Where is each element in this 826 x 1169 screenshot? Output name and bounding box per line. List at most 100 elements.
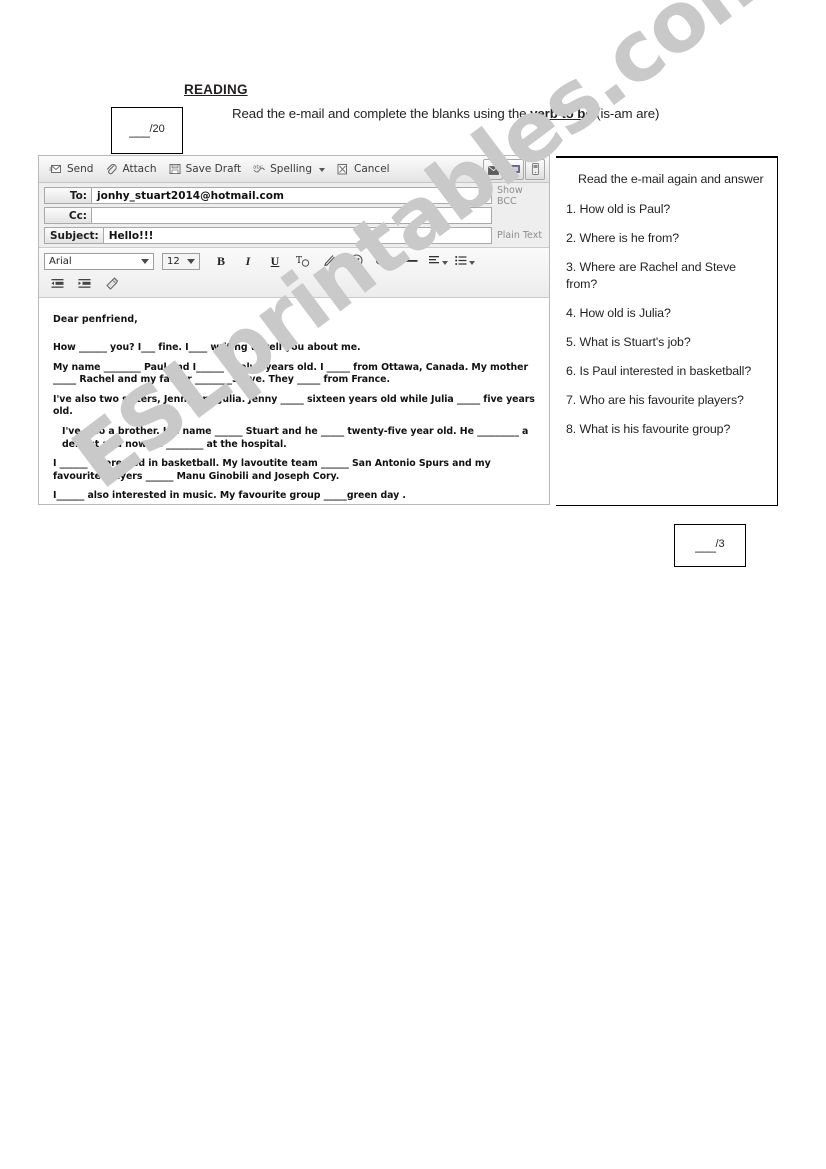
bold-label: B [216, 254, 225, 268]
score-box-reading: ___/20 [111, 107, 183, 154]
attach-button[interactable]: Attach [100, 159, 163, 179]
email-paragraph: My name ________ Paul and I______ twelve… [53, 361, 529, 386]
chevron-down-icon[interactable] [468, 261, 475, 265]
plain-text-link[interactable]: Plain Text [492, 227, 544, 244]
score-blank: ___ [129, 123, 150, 138]
mobile-phone-icon [531, 160, 539, 179]
question-item: 7. Who are his favourite players? [566, 393, 744, 407]
question-item: 4. How old is Julia? [566, 306, 671, 320]
question-item: 2. Where is he from? [566, 231, 680, 245]
indent-decrease-icon [50, 276, 65, 294]
envelope-icon-button[interactable] [483, 159, 503, 180]
underline-label: U [270, 254, 280, 268]
link-chain-icon [375, 253, 391, 271]
question-item: 1. How old is Paul? [566, 202, 671, 216]
instruction-text-post: (is-am are) [592, 106, 660, 121]
email-paragraph: I've also two sisters, Jenny and Julia. … [53, 393, 535, 418]
chevron-down-icon[interactable] [138, 254, 151, 269]
score-box-questions: ___/3 [674, 524, 746, 567]
cancel-label: Cancel [354, 162, 390, 175]
cc-aside [492, 207, 544, 224]
clear-formatting-button[interactable] [98, 275, 124, 294]
bullet-list-icon [454, 253, 468, 271]
email-body[interactable]: Dear penfriend, How ______ you? I___ fin… [39, 298, 549, 501]
message-screen-icon [508, 160, 520, 179]
email-paragraph: How ______ you? I___ fine. I____ writing… [53, 342, 361, 353]
italic-button[interactable]: I [235, 252, 261, 271]
save-draft-label: Save Draft [185, 162, 242, 175]
show-bcc-link[interactable]: Show BCC [492, 185, 544, 207]
question-item: 6. Is Paul interested in basketball? [566, 364, 752, 378]
highlighter-button[interactable] [316, 252, 342, 271]
font-size-value: 12 [167, 256, 180, 267]
reading-instruction: Read the e-mail and complete the blanks … [232, 103, 662, 124]
cc-button[interactable]: Cc: [44, 207, 91, 224]
attach-label: Attach [122, 162, 157, 175]
underline-button[interactable]: U [262, 252, 288, 271]
send-label: Send [67, 162, 94, 175]
font-family-select[interactable]: Arial [44, 253, 154, 270]
cc-input[interactable] [91, 207, 492, 224]
cancel-icon [336, 162, 350, 176]
abc-check-icon: abc [252, 162, 266, 176]
bold-button[interactable]: B [208, 252, 234, 271]
link-button[interactable] [370, 252, 396, 271]
chevron-down-icon[interactable] [319, 168, 326, 172]
questions-instruction: Read the e-mail again and answer [578, 172, 764, 186]
email-salutation: Dear penfriend, [53, 314, 138, 325]
score-blank: ___ [695, 538, 716, 553]
email-paragraph: I ______ interested in basketball. My la… [53, 458, 491, 482]
question-item: 5. What is Stuart's job? [566, 335, 691, 349]
svg-text:abc: abc [253, 165, 263, 171]
score-box-reading-text: ___/20 [129, 123, 165, 138]
highlighter-pen-icon [322, 253, 337, 271]
mobile-phone-icon-button[interactable] [525, 159, 545, 180]
indent-decrease-button[interactable] [44, 275, 70, 294]
questions-panel: Read the e-mail again and answer 1. How … [556, 156, 778, 506]
to-button[interactable]: To: [44, 187, 91, 204]
indent-increase-icon [77, 276, 92, 294]
to-input[interactable]: jonhy_stuart2014@hotmail.com [91, 187, 492, 204]
spelling-button[interactable]: abc Spelling [248, 159, 332, 179]
email-toolbar: Send Attach Save Draft abc Spelling Canc… [39, 156, 549, 183]
email-toolbar-right-icons [483, 159, 545, 180]
clear-formatting-icon [104, 276, 119, 294]
subject-label: Subject: [44, 227, 103, 244]
chevron-down-icon[interactable] [441, 261, 448, 265]
font-size-select[interactable]: 12 [162, 253, 200, 270]
floppy-disk-icon [168, 162, 182, 176]
email-format-toolbar: Arial 12 B I U T [39, 248, 549, 298]
align-text-icon [427, 253, 441, 271]
chevron-down-icon[interactable] [184, 254, 197, 269]
score-denominator: /20 [149, 123, 165, 135]
instruction-text-pre: Read the e-mail and complete the blanks … [232, 106, 531, 121]
email-paragraph: I've also a brother. His name ______ Stu… [62, 425, 529, 450]
send-envelope-icon [49, 162, 63, 176]
score-denominator: /3 [715, 538, 725, 550]
indent-increase-button[interactable] [71, 275, 97, 294]
font-family-value: Arial [49, 256, 72, 267]
save-draft-button[interactable]: Save Draft [164, 159, 249, 179]
paperclip-icon [104, 162, 118, 176]
format-row-primary: Arial 12 B I U T [44, 251, 544, 272]
horizontal-rule-icon [402, 253, 419, 271]
worksheet-page: READING Read the e-mail and complete the… [0, 0, 826, 1169]
text-color-icon: T [295, 253, 310, 271]
email-paragraph: I______ also interested in music. My fav… [53, 490, 406, 502]
subject-input[interactable]: Hello!!! [102, 227, 492, 244]
instruction-text-bold: verb to be [530, 106, 593, 121]
emoticon-button[interactable] [343, 252, 369, 271]
horizontal-rule-button[interactable] [397, 252, 423, 271]
message-screen-icon-button[interactable] [504, 159, 524, 180]
email-address-fields: To: jonhy_stuart2014@hotmail.com Show BC… [39, 183, 549, 248]
italic-label: I [245, 254, 251, 268]
subject-field-row: Subject: Hello!!! Plain Text [44, 227, 544, 244]
list-button[interactable] [451, 252, 477, 271]
send-button[interactable]: Send [45, 159, 100, 179]
question-item: 3. Where are Rachel and Steve from? [566, 260, 736, 291]
to-field-row: To: jonhy_stuart2014@hotmail.com Show BC… [44, 185, 544, 207]
smiley-face-icon [349, 253, 364, 271]
text-color-button[interactable]: T [289, 252, 315, 271]
cancel-button[interactable]: Cancel [332, 159, 397, 179]
align-button[interactable] [424, 252, 450, 271]
